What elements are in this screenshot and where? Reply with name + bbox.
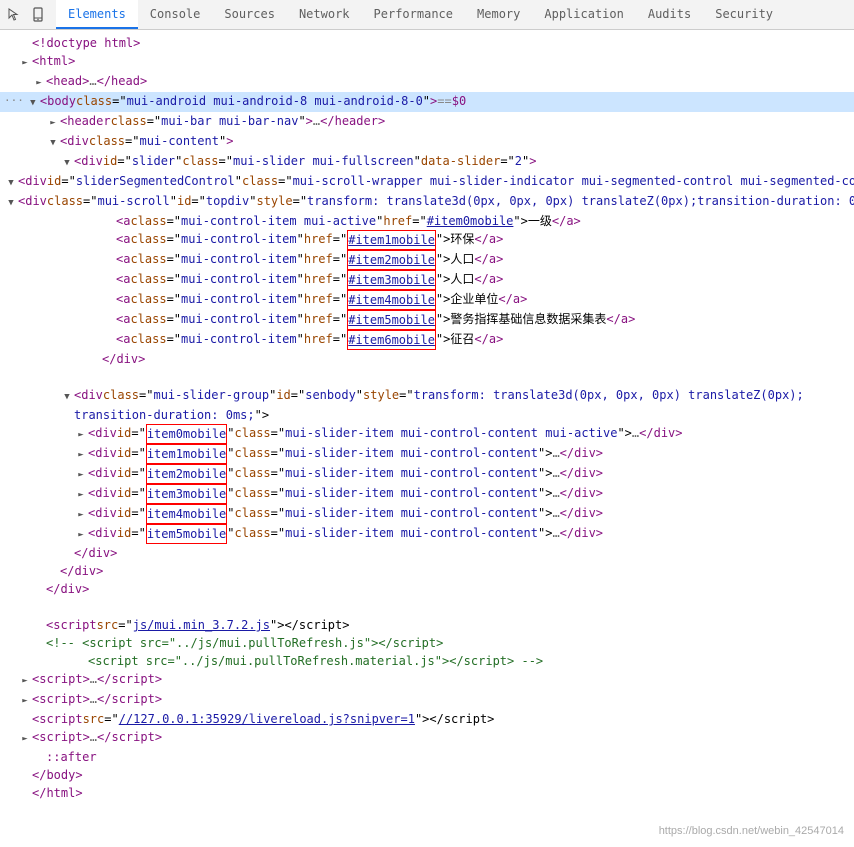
code-line-div-slidergroup2: transition-duration: 0ms;">: [0, 406, 854, 424]
code-line-doctype: <!doctype html>: [0, 34, 854, 52]
arrow[interactable]: [32, 72, 46, 92]
devtools-tabs: Elements Console Sources Network Perform…: [56, 0, 785, 29]
code-line-a-item3: <a class="mui-control-item" href="#item3…: [0, 270, 854, 290]
code-line-close-slider: </div>: [0, 562, 854, 580]
code-line-a-item2: <a class="mui-control-item" href="#item2…: [0, 250, 854, 270]
tab-security[interactable]: Security: [703, 0, 785, 29]
code-line-close-body: </body>: [0, 766, 854, 784]
tab-performance[interactable]: Performance: [362, 0, 465, 29]
code-line-div-mui-content: <div class="mui-content" >: [0, 132, 854, 152]
arrow[interactable]: [60, 386, 74, 406]
code-line-comment2: <script src="../js/mui.pullToRefresh.mat…: [0, 652, 854, 670]
code-line-script-mui: <script src="js/mui.min_3.7.2.js"></scri…: [0, 616, 854, 634]
code-line-a-item1: <a class="mui-control-item" href="#item1…: [0, 230, 854, 250]
code-line-script-livereload: <script src="//127.0.0.1:35929/livereloa…: [0, 710, 854, 728]
arrow[interactable]: [18, 52, 32, 72]
tab-application[interactable]: Application: [532, 0, 635, 29]
code-line-div-slider: <div id="slider" class="mui-slider mui-f…: [0, 152, 854, 172]
code-line-header: <header class="mui-bar mui-bar-nav" >…</…: [0, 112, 854, 132]
code-line-div-item4mobile: <div id="item4mobile" class="mui-slider-…: [0, 504, 854, 524]
devtools-toolbar: Elements Console Sources Network Perform…: [0, 0, 854, 30]
watermark-text: https://blog.csdn.net/webin_42547014: [659, 825, 844, 837]
code-line-html: <html>: [0, 52, 854, 72]
code-line-head: <head>…</head>: [0, 72, 854, 92]
inspect-icon[interactable]: [4, 5, 24, 25]
device-icon[interactable]: [28, 5, 48, 25]
code-line-close-slidergroup: </div>: [0, 544, 854, 562]
arrow[interactable]: [26, 92, 40, 112]
arrow[interactable]: [60, 152, 74, 172]
arrow[interactable]: [18, 728, 32, 748]
code-line-body[interactable]: ··· <body class="mui-android mui-android…: [0, 92, 854, 112]
code-line-div-item0mobile: <div id="item0mobile" class="mui-slider-…: [0, 424, 854, 444]
arrow[interactable]: [18, 670, 32, 690]
arrow[interactable]: [74, 484, 88, 504]
toolbar-icons: [4, 5, 48, 25]
tab-audits[interactable]: Audits: [636, 0, 703, 29]
arrow[interactable]: [74, 464, 88, 484]
arrow[interactable]: [46, 112, 60, 132]
code-line-div-slidergroup: <div class="mui-slider-group" id="senbod…: [0, 386, 854, 406]
code-line-a-item4: <a class="mui-control-item" href="#item4…: [0, 290, 854, 310]
ellipsis-marker: ···: [4, 92, 24, 110]
arrow[interactable]: [74, 504, 88, 524]
code-line-div-item3mobile: <div id="item3mobile" class="mui-slider-…: [0, 484, 854, 504]
code-line-comment1: <!-- <script src="../js/mui.pullToRefres…: [0, 634, 854, 652]
arrow[interactable]: [74, 444, 88, 464]
code-line-div-item2mobile: <div id="item2mobile" class="mui-slider-…: [0, 464, 854, 484]
code-line-div-item1mobile: <div id="item1mobile" class="mui-slider-…: [0, 444, 854, 464]
arrow[interactable]: [74, 524, 88, 544]
arrow[interactable]: [18, 690, 32, 710]
tab-console[interactable]: Console: [138, 0, 213, 29]
code-line-script4: <script>…</script>: [0, 728, 854, 748]
code-line-div-item5mobile: <div id="item5mobile" class="mui-slider-…: [0, 524, 854, 544]
tab-elements[interactable]: Elements: [56, 0, 138, 29]
tab-memory[interactable]: Memory: [465, 0, 532, 29]
tab-network[interactable]: Network: [287, 0, 362, 29]
arrow[interactable]: [74, 424, 88, 444]
code-line-div-segmented: <div id="sliderSegmentedControl" class="…: [0, 172, 854, 192]
code-line-a-item6: <a class="mui-control-item" href="#item6…: [0, 330, 854, 350]
code-line-div-muiscroll: <div class="mui-scroll" id="topdiv" styl…: [0, 192, 854, 212]
code-line-blank1: [0, 368, 854, 386]
code-line-a-item5: <a class="mui-control-item" href="#item5…: [0, 310, 854, 330]
tab-sources[interactable]: Sources: [212, 0, 287, 29]
arrow[interactable]: [4, 192, 18, 212]
arrow[interactable]: [46, 132, 60, 152]
code-line-blank2: [0, 598, 854, 616]
code-line-a-item0: <a class="mui-control-item mui-active" h…: [0, 212, 854, 230]
doctype-text: <!doctype html>: [32, 34, 140, 52]
code-line-script2: <script>…</script>: [0, 670, 854, 690]
code-line-close-html: </html>: [0, 784, 854, 802]
arrow[interactable]: [4, 172, 18, 192]
code-line-close-muiscroll: </div>: [0, 350, 854, 368]
code-line-script3: <script>…</script>: [0, 690, 854, 710]
code-line-close-muicontent: </div>: [0, 580, 854, 598]
devtools-content: <!doctype html> <html> <head>…</head> ··…: [0, 30, 854, 847]
code-line-after: ::after: [0, 748, 854, 766]
tag-html: <html>: [32, 52, 75, 70]
